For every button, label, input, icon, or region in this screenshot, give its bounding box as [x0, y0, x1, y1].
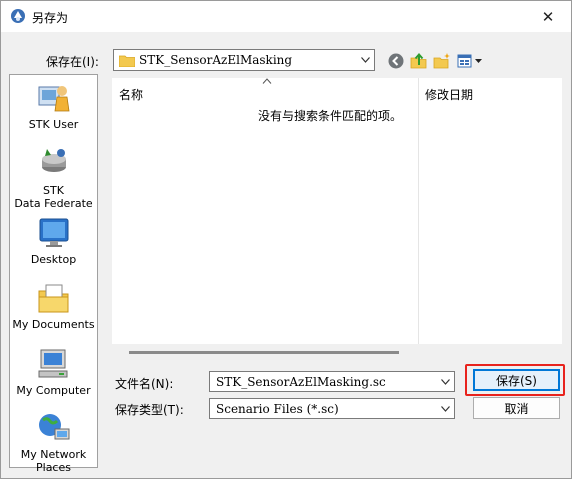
- view-menu-button[interactable]: [457, 51, 485, 71]
- place-label: Desktop: [30, 253, 77, 266]
- save-as-dialog: 另存为 ✕ 保存在(I): STK_SensorAzElMasking STK …: [0, 0, 572, 479]
- app-icon: [11, 9, 25, 23]
- place-label: My Network Places: [20, 448, 87, 474]
- place-label: STK User: [28, 118, 79, 131]
- back-button[interactable]: [386, 51, 406, 71]
- place-my-documents[interactable]: My Documents: [10, 281, 97, 331]
- chevron-down-icon[interactable]: [436, 372, 454, 391]
- up-folder-button[interactable]: [409, 51, 429, 71]
- file-name-value: STK_SensorAzElMasking.sc: [216, 375, 386, 389]
- save-in-value: STK_SensorAzElMasking: [139, 53, 293, 67]
- my-documents-icon: [38, 284, 68, 313]
- desktop-icon: [39, 218, 68, 247]
- place-stk-user[interactable]: STK User: [10, 81, 97, 131]
- place-label: My Computer: [16, 384, 91, 397]
- save-in-label: 保存在(I):: [46, 55, 99, 69]
- sort-ascending-icon: [262, 76, 272, 87]
- places-bar: STK User STK Data Federate Desktop My Do…: [9, 74, 98, 474]
- save-button-highlight: [465, 364, 565, 396]
- file-name-input[interactable]: STK_SensorAzElMasking.sc: [209, 371, 455, 392]
- new-folder-button[interactable]: [432, 51, 452, 71]
- file-list[interactable]: 名称 修改日期 没有与搜索条件匹配的项。: [112, 78, 562, 344]
- column-divider[interactable]: [418, 78, 419, 344]
- place-stk-data-federate[interactable]: STK Data Federate: [10, 147, 97, 210]
- new-folder-icon: [433, 53, 450, 69]
- empty-message: 没有与搜索条件匹配的项。: [257, 109, 402, 123]
- save-in-dropdown[interactable]: STK_SensorAzElMasking: [113, 49, 375, 71]
- file-name-label: 文件名(N):: [115, 377, 174, 391]
- folder-icon: [119, 55, 135, 67]
- file-type-value: Scenario Files (*.sc): [216, 402, 339, 416]
- close-icon: ✕: [541, 7, 555, 26]
- view-menu-icon: [457, 54, 482, 68]
- cancel-button[interactable]: 取消: [473, 397, 560, 419]
- place-label: STK Data Federate: [14, 184, 93, 210]
- close-button[interactable]: ✕: [525, 1, 571, 32]
- file-type-dropdown[interactable]: Scenario Files (*.sc): [209, 398, 455, 419]
- file-type-label: 保存类型(T):: [115, 403, 184, 417]
- scrollbar-thumb[interactable]: [129, 351, 399, 354]
- stk-user-icon: [38, 86, 69, 112]
- window-title: 另存为: [32, 11, 69, 25]
- my-network-places-icon: [38, 414, 69, 440]
- place-label: My Documents: [12, 318, 95, 331]
- column-header-date-modified[interactable]: 修改日期: [425, 86, 473, 103]
- up-folder-icon: [410, 52, 427, 69]
- my-computer-icon: [38, 349, 67, 378]
- place-desktop[interactable]: Desktop: [10, 216, 97, 266]
- place-my-network-places[interactable]: My Network Places: [10, 411, 97, 474]
- place-my-computer[interactable]: My Computer: [10, 347, 97, 397]
- data-federate-icon: [41, 149, 66, 172]
- title-bar: 另存为 ✕: [1, 1, 571, 32]
- back-arrow-icon: [388, 53, 404, 69]
- horizontal-scrollbar[interactable]: [112, 345, 562, 360]
- column-header-name[interactable]: 名称: [119, 86, 143, 103]
- chevron-down-icon: [436, 399, 454, 418]
- dialog-body: 保存在(I): STK_SensorAzElMasking STK User S…: [1, 32, 571, 478]
- chevron-down-icon: [356, 50, 374, 70]
